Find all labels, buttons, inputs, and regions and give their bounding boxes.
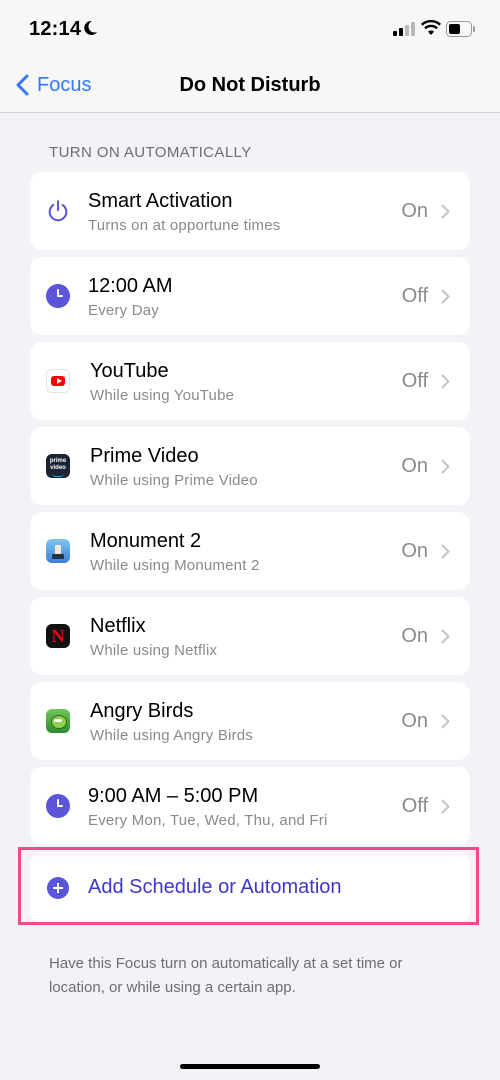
clock-icon bbox=[46, 284, 70, 308]
page-title: Do Not Disturb bbox=[179, 74, 321, 96]
row-status: Off bbox=[401, 795, 428, 817]
row-status: On bbox=[401, 625, 428, 647]
row-title: Angry Birds bbox=[90, 700, 194, 722]
row-status: Off bbox=[401, 370, 428, 392]
wifi-icon bbox=[421, 19, 441, 41]
automation-list: Smart Activation Turns on at opportune t… bbox=[30, 172, 470, 852]
chevron-right-icon bbox=[441, 799, 450, 819]
chevron-right-icon bbox=[441, 544, 450, 564]
chevron-right-icon bbox=[441, 204, 450, 224]
cellular-signal-icon bbox=[393, 22, 415, 41]
netflix-row[interactable]: N Netflix While using Netflix On bbox=[30, 597, 470, 675]
power-icon bbox=[46, 199, 70, 223]
angry-birds-row[interactable]: Angry Birds While using Angry Birds On bbox=[30, 682, 470, 760]
moon-icon bbox=[82, 20, 98, 41]
row-subtitle: While using Prime Video bbox=[90, 472, 258, 489]
row-status: Off bbox=[401, 285, 428, 307]
status-time: 12:14 bbox=[29, 18, 82, 40]
add-schedule-label: Add Schedule or Automation bbox=[88, 876, 342, 898]
row-subtitle: Every Day bbox=[88, 302, 159, 319]
smart-activation-row[interactable]: Smart Activation Turns on at opportune t… bbox=[30, 172, 470, 250]
row-title: Netflix bbox=[90, 615, 146, 637]
row-subtitle: While using Monument 2 bbox=[90, 557, 260, 574]
schedule-row[interactable]: 9:00 AM – 5:00 PM Every Mon, Tue, Wed, T… bbox=[30, 767, 470, 845]
row-title: Smart Activation bbox=[88, 190, 233, 212]
chevron-right-icon bbox=[441, 459, 450, 479]
youtube-row[interactable]: YouTube While using YouTube Off bbox=[30, 342, 470, 420]
row-subtitle: While using Netflix bbox=[90, 642, 218, 659]
row-subtitle: While using YouTube bbox=[90, 387, 235, 404]
add-schedule-button[interactable]: Add Schedule or Automation bbox=[30, 852, 470, 924]
plus-circle-icon bbox=[47, 877, 69, 899]
chevron-right-icon bbox=[441, 289, 450, 309]
navigation-bar: Focus Do Not Disturb bbox=[0, 60, 500, 113]
prime-video-app-icon: prime video bbox=[46, 454, 70, 478]
chevron-right-icon bbox=[441, 714, 450, 734]
netflix-app-icon: N bbox=[46, 624, 70, 648]
prime-video-row[interactable]: prime video Prime Video While using Prim… bbox=[30, 427, 470, 505]
row-subtitle: Turns on at opportune times bbox=[88, 217, 281, 234]
section-header: TURN ON AUTOMATICALLY bbox=[49, 144, 252, 161]
row-subtitle: Every Mon, Tue, Wed, Thu, and Fri bbox=[88, 812, 328, 829]
schedule-row[interactable]: 12:00 AM Every Day Off bbox=[30, 257, 470, 335]
row-title: 9:00 AM – 5:00 PM bbox=[88, 785, 259, 807]
chevron-right-icon bbox=[441, 374, 450, 394]
status-bar: 12:14 bbox=[0, 0, 500, 60]
row-status: On bbox=[401, 540, 428, 562]
row-title: YouTube bbox=[90, 360, 169, 382]
row-status: On bbox=[401, 455, 428, 477]
clock-icon bbox=[46, 794, 70, 818]
row-subtitle: While using Angry Birds bbox=[90, 727, 254, 744]
chevron-right-icon bbox=[441, 629, 450, 649]
monument-2-app-icon bbox=[46, 539, 70, 563]
row-status: On bbox=[401, 710, 428, 732]
home-indicator[interactable] bbox=[180, 1064, 320, 1069]
youtube-app-icon bbox=[46, 369, 70, 393]
monument-2-row[interactable]: Monument 2 While using Monument 2 On bbox=[30, 512, 470, 590]
row-status: On bbox=[401, 200, 428, 222]
angry-birds-app-icon bbox=[46, 709, 70, 733]
row-title: Prime Video bbox=[90, 445, 199, 467]
row-title: 12:00 AM bbox=[88, 275, 173, 297]
battery-icon bbox=[446, 21, 476, 42]
footer-description: Have this Focus turn on automatically at… bbox=[49, 955, 403, 996]
row-title: Monument 2 bbox=[90, 530, 202, 552]
